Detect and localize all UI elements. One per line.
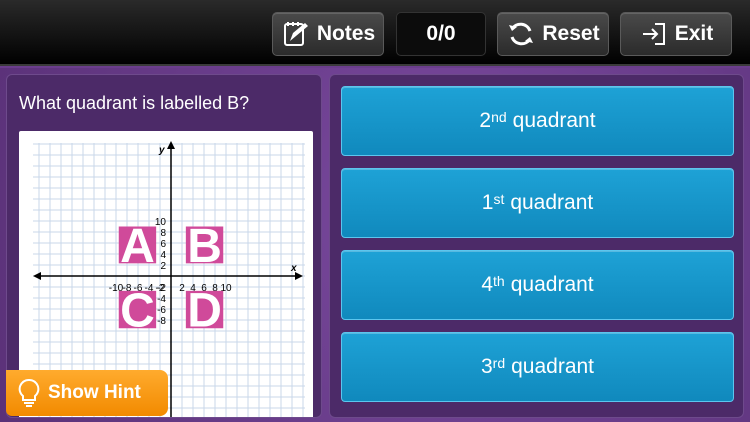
exit-button[interactable]: Exit bbox=[620, 12, 732, 56]
score-display: 0/0 bbox=[396, 12, 486, 56]
answer-2-word: quadrant bbox=[510, 191, 594, 214]
answer-1-suffix: nd bbox=[491, 109, 507, 125]
y-axis-arrow bbox=[167, 141, 175, 149]
lightbulb-icon bbox=[18, 378, 40, 407]
answer-3-word: quadrant bbox=[510, 273, 594, 296]
answer-4-ordinal: 3 bbox=[480, 355, 493, 378]
answer-1-ordinal: 2 bbox=[479, 109, 492, 132]
notes-button[interactable]: Notes bbox=[272, 12, 384, 56]
answer-option-3[interactable]: 4th quadrant bbox=[341, 250, 734, 320]
top-toolbar: Notes 0/0 Reset Exit bbox=[0, 0, 750, 66]
answer-3-suffix: th bbox=[493, 273, 505, 289]
answer-1-word: quadrant bbox=[512, 109, 596, 132]
y-axis-label: y bbox=[158, 145, 165, 156]
answer-3-ordinal: 4 bbox=[481, 273, 494, 296]
notepad-icon bbox=[283, 22, 308, 46]
y-tick-label: -2 bbox=[157, 283, 166, 294]
show-hint-button[interactable]: Show Hint bbox=[6, 370, 168, 416]
quadrant-label-a: A bbox=[120, 220, 155, 273]
quadrant-label-c: C bbox=[120, 285, 155, 338]
answer-2-suffix: st bbox=[493, 191, 505, 207]
y-tick-label: -6 bbox=[157, 305, 166, 316]
answer-2-ordinal: 1 bbox=[481, 191, 494, 214]
show-hint-label: Show Hint bbox=[48, 382, 141, 403]
y-tick-label: -4 bbox=[157, 294, 166, 305]
exit-icon bbox=[642, 23, 665, 45]
y-tick-label: 4 bbox=[160, 250, 166, 261]
x-axis-arrow-left bbox=[33, 272, 41, 280]
refresh-icon bbox=[509, 22, 534, 46]
y-tick-label: 6 bbox=[160, 239, 166, 250]
x-axis-label: x bbox=[290, 263, 297, 274]
answer-option-2[interactable]: 1st quadrant bbox=[341, 168, 734, 238]
answers-panel: 2nd quadrant 1st quadrant 4th quadrant 3… bbox=[329, 74, 744, 418]
y-tick-label: 2 bbox=[160, 261, 166, 272]
y-tick-label: -8 bbox=[157, 316, 166, 327]
reset-label: Reset bbox=[542, 22, 600, 45]
exit-label: Exit bbox=[674, 22, 714, 45]
y-tick-label: 8 bbox=[160, 228, 166, 239]
answer-option-4[interactable]: 3rd quadrant bbox=[341, 332, 734, 402]
x-tick-label: 2 bbox=[179, 283, 185, 294]
y-tick-label: 10 bbox=[155, 217, 167, 228]
quadrant-label-b: B bbox=[187, 220, 222, 273]
quadrant-label-d: D bbox=[187, 285, 222, 338]
answer-option-1[interactable]: 2nd quadrant bbox=[341, 86, 734, 156]
answer-4-suffix: rd bbox=[492, 355, 506, 371]
question-text: What quadrant is labelled B? bbox=[19, 93, 250, 113]
answer-4-word: quadrant bbox=[511, 355, 595, 378]
question-panel: What quadrant is labelled B? x y -10 -8 -6 -4… bbox=[6, 74, 322, 418]
reset-button[interactable]: Reset bbox=[497, 12, 609, 56]
notes-label: Notes bbox=[316, 22, 376, 45]
